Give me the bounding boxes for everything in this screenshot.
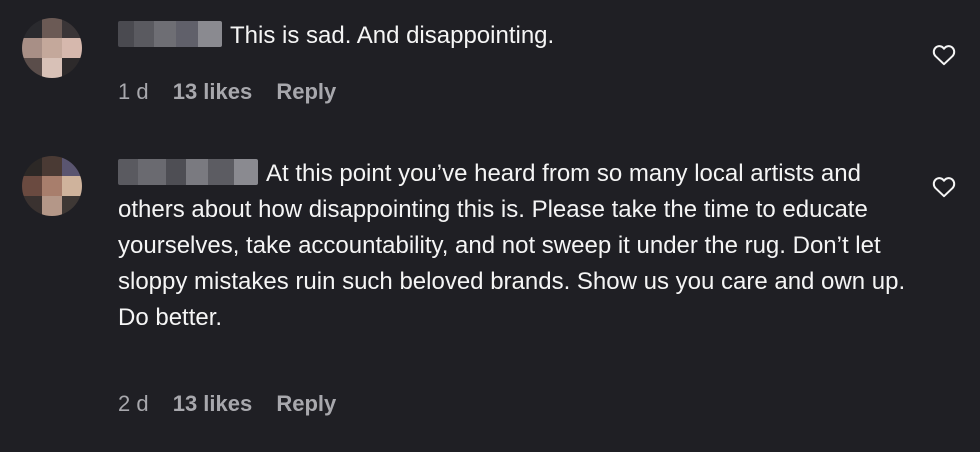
reply-button[interactable]: Reply [276, 391, 336, 416]
avatar[interactable] [22, 156, 82, 216]
comment-text: This is sad. And disappointing. [230, 22, 555, 49]
heart-icon[interactable] [932, 176, 956, 198]
comment-text-block: This is sad. And disappointing. [118, 18, 908, 54]
comment-time[interactable]: 1 d [118, 79, 149, 104]
comment-meta: 2 d 13 likes Reply [118, 391, 354, 417]
heart-icon[interactable] [932, 44, 956, 66]
comment-likes[interactable]: 13 likes [173, 79, 253, 104]
reply-button[interactable]: Reply [276, 79, 336, 104]
username-blurred[interactable] [118, 21, 222, 47]
comment-text-block: At this point you’ve heard from so many … [118, 156, 908, 336]
username-blurred[interactable] [118, 159, 258, 185]
comment-likes[interactable]: 13 likes [173, 391, 253, 416]
comment-time[interactable]: 2 d [118, 391, 149, 416]
comment-text: At this point you’ve heard from so many … [118, 160, 906, 331]
avatar[interactable] [22, 18, 82, 78]
comment-meta: 1 d 13 likes Reply [118, 79, 354, 105]
